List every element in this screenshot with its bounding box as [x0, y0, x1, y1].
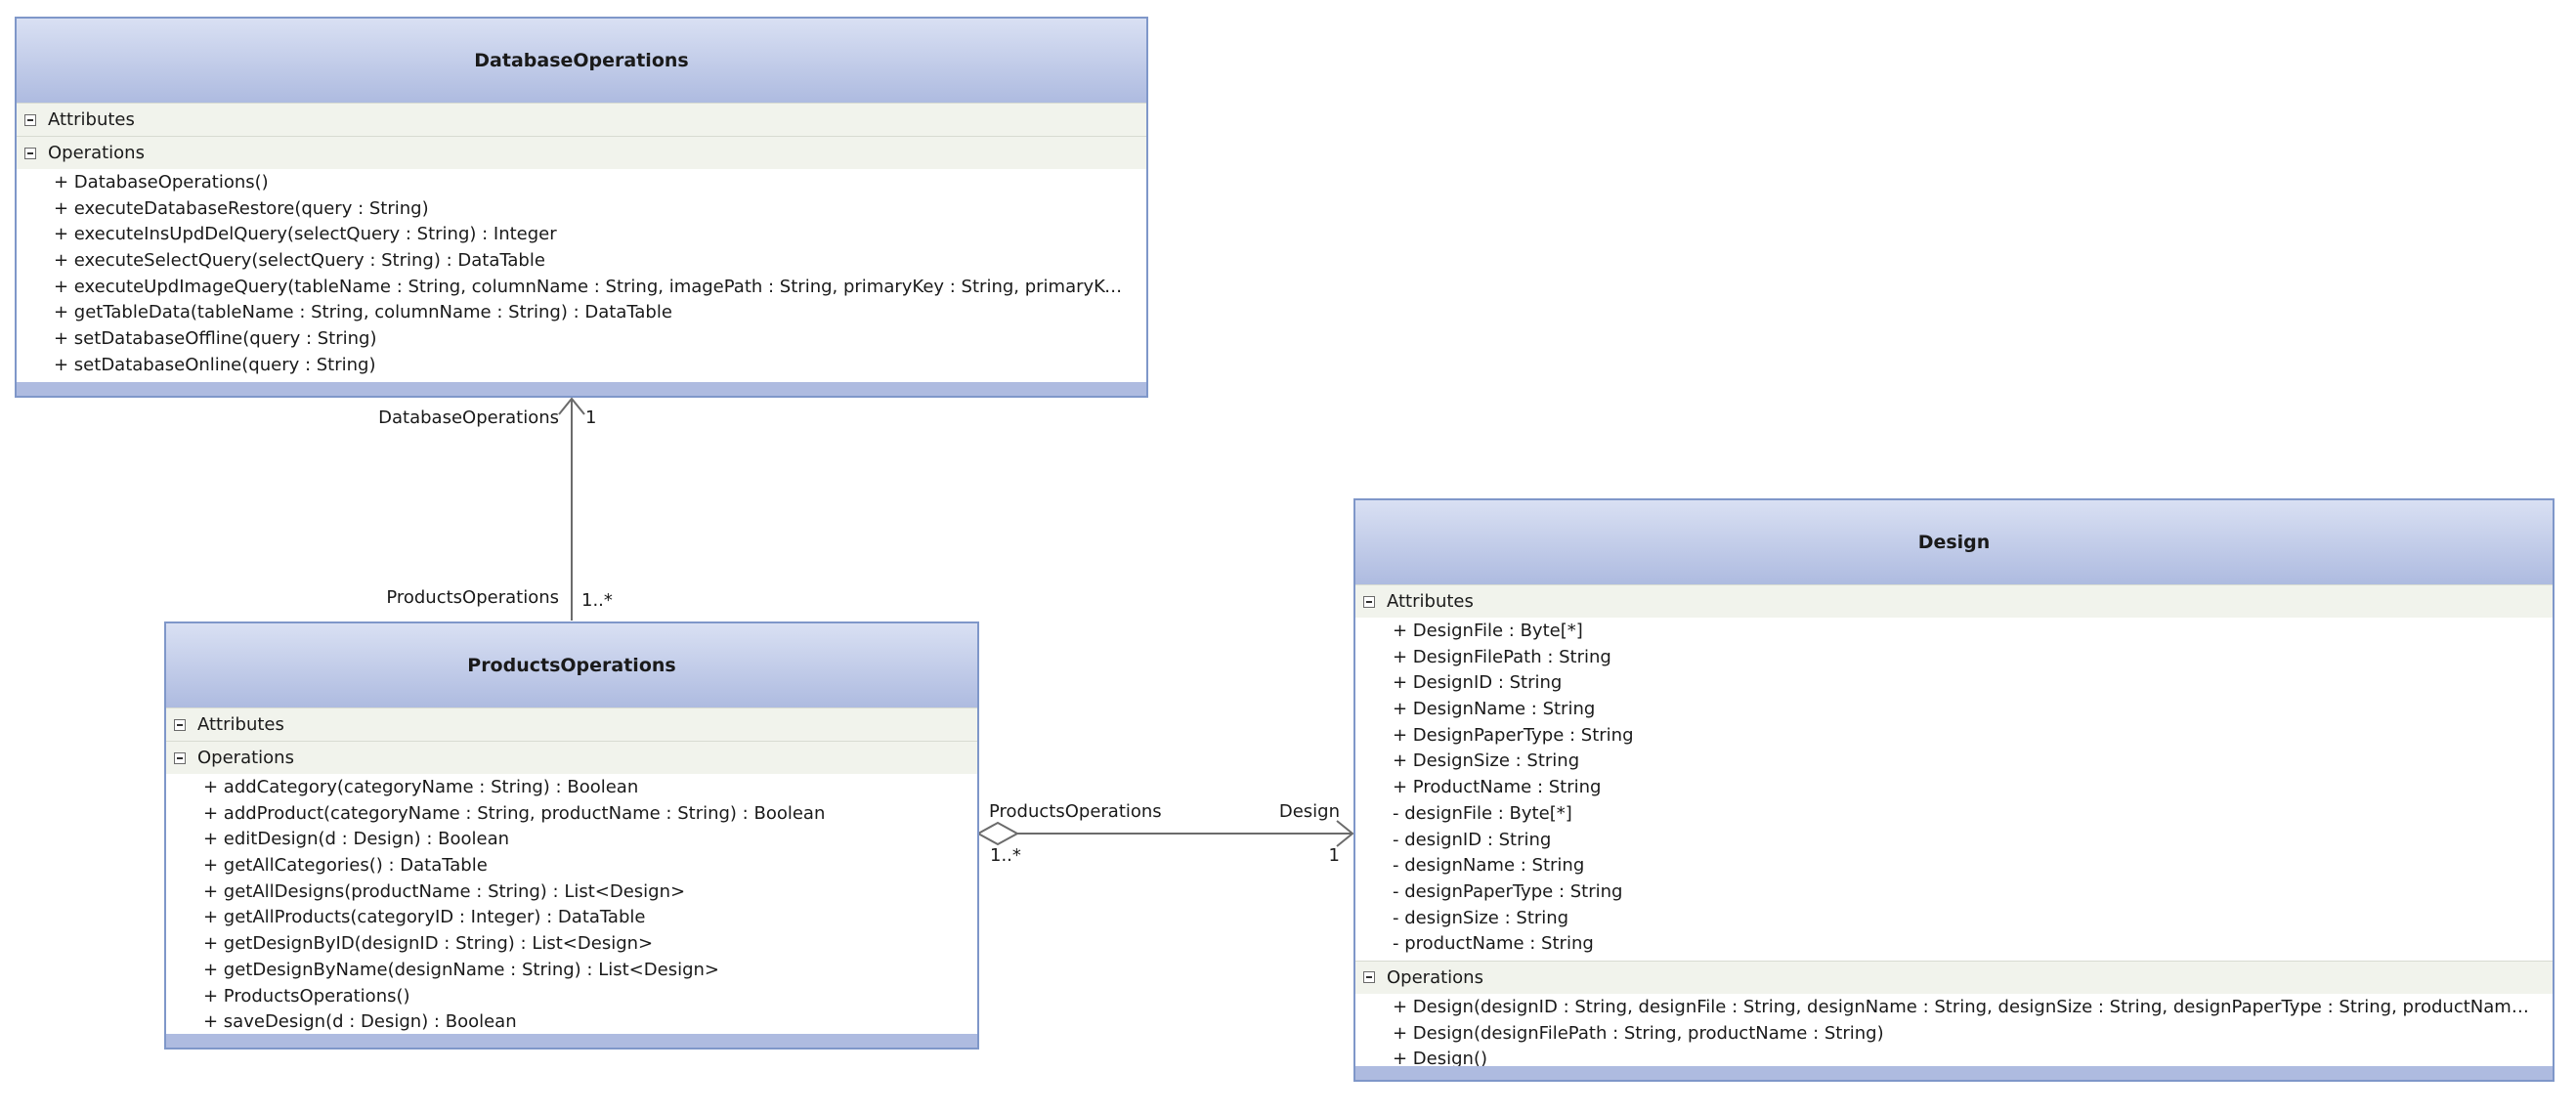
attribute-item[interactable]: + DesignID : String — [1355, 670, 2553, 697]
operations-compartment-header[interactable]: Operations — [1355, 960, 2553, 994]
attribute-item[interactable]: + DesignName : String — [1355, 697, 2553, 723]
multiplicity-label-design: 1 — [1328, 845, 1340, 866]
attribute-item[interactable]: - designID : String — [1355, 828, 2553, 854]
attribute-item[interactable]: - productName : String — [1355, 931, 2553, 958]
operation-item[interactable]: + getAllCategories() : DataTable — [166, 853, 977, 879]
operation-item[interactable]: + executeUpdImageQuery(tableName : Strin… — [17, 275, 1146, 301]
class-design[interactable]: Design Attributes + DesignFile : Byte[*]… — [1353, 498, 2555, 1082]
operation-item[interactable]: + editDesign(d : Design) : Boolean — [166, 827, 977, 853]
operation-item[interactable]: + executeSelectQuery(selectQuery : Strin… — [17, 248, 1146, 275]
multiplicity-label-products-operations-aggregation: 1..* — [990, 845, 1021, 866]
operations-list: + DatabaseOperations() + executeDatabase… — [17, 169, 1146, 382]
class-footer — [1355, 1066, 2553, 1080]
multiplicity-label-database-operations: 1 — [585, 407, 597, 428]
operations-label: Operations — [48, 143, 145, 163]
class-products-operations[interactable]: ProductsOperations Attributes Operations… — [164, 621, 979, 1050]
attribute-item[interactable]: - designPaperType : String — [1355, 879, 2553, 906]
class-name: Design — [1355, 500, 2553, 584]
attributes-label: Attributes — [48, 109, 135, 130]
operation-item[interactable]: + executeDatabaseRestore(query : String) — [17, 196, 1146, 223]
attributes-label: Attributes — [1387, 591, 1474, 612]
aggregation-diamond — [975, 821, 1020, 846]
operations-compartment-header[interactable]: Operations — [17, 136, 1146, 169]
operations-label: Operations — [197, 748, 294, 768]
collapse-icon[interactable] — [174, 718, 186, 731]
operation-item[interactable]: + getAllDesigns(productName : String) : … — [166, 879, 977, 906]
attribute-item[interactable]: - designName : String — [1355, 853, 2553, 879]
attribute-item[interactable]: + DesignPaperType : String — [1355, 723, 2553, 750]
operation-item[interactable]: + getAllProducts(categoryID : Integer) :… — [166, 905, 977, 931]
multiplicity-label-products-operations: 1..* — [581, 590, 613, 611]
operations-list: + addCategory(categoryName : String) : B… — [166, 774, 977, 1039]
attributes-list: + DesignFile : Byte[*] + DesignFilePath … — [1355, 618, 2553, 961]
operation-item[interactable]: + saveDesign(d : Design) : Boolean — [166, 1009, 977, 1036]
class-name: ProductsOperations — [166, 623, 977, 707]
collapse-icon[interactable] — [174, 751, 186, 764]
class-footer — [17, 382, 1146, 396]
attribute-item[interactable]: + DesignFile : Byte[*] — [1355, 619, 2553, 645]
attribute-item[interactable]: + DesignSize : String — [1355, 749, 2553, 775]
attributes-compartment-header[interactable]: Attributes — [166, 707, 977, 741]
operation-item[interactable]: + addProduct(categoryName : String, prod… — [166, 801, 977, 828]
operations-compartment-header[interactable]: Operations — [166, 741, 977, 774]
operations-list: + Design(designID : String, designFile :… — [1355, 994, 2553, 1076]
collapse-icon[interactable] — [1363, 595, 1375, 608]
role-label-design: Design — [1278, 801, 1340, 822]
operation-item[interactable]: + getTableData(tableName : String, colum… — [17, 300, 1146, 326]
role-label-database-operations: DatabaseOperations — [378, 407, 559, 428]
collapse-icon[interactable] — [24, 147, 36, 159]
attribute-item[interactable]: + DesignFilePath : String — [1355, 645, 2553, 671]
class-name: DatabaseOperations — [17, 19, 1146, 103]
attributes-label: Attributes — [197, 714, 284, 735]
collapse-icon[interactable] — [1363, 971, 1375, 984]
operation-item[interactable]: + getDesignByName(designName : String) :… — [166, 958, 977, 984]
operation-item[interactable]: + DatabaseOperations() — [17, 170, 1146, 196]
attributes-compartment-header[interactable]: Attributes — [1355, 584, 2553, 618]
operation-item[interactable]: + Design(designFilePath : String, produc… — [1355, 1021, 2553, 1048]
operation-item[interactable]: + executeInsUpdDelQuery(selectQuery : St… — [17, 222, 1146, 248]
operation-item[interactable]: + addCategory(categoryName : String) : B… — [166, 775, 977, 801]
role-label-products-operations: ProductsOperations — [386, 587, 559, 608]
role-label-products-operations-aggregation: ProductsOperations — [989, 801, 1162, 822]
operations-label: Operations — [1387, 966, 1483, 988]
class-database-operations[interactable]: DatabaseOperations Attributes Operations… — [15, 17, 1148, 398]
operation-item[interactable]: + Design(designID : String, designFile :… — [1355, 995, 2553, 1021]
attribute-item[interactable]: - designFile : Byte[*] — [1355, 801, 2553, 828]
operation-item[interactable]: + setDatabaseOnline(query : String) — [17, 353, 1146, 379]
operation-item[interactable]: + setDatabaseOffline(query : String) — [17, 326, 1146, 353]
operation-item[interactable]: + getDesignByID(designID : String) : Lis… — [166, 931, 977, 958]
collapse-icon[interactable] — [24, 113, 36, 126]
attributes-compartment-header[interactable]: Attributes — [17, 103, 1146, 136]
attribute-item[interactable]: - designSize : String — [1355, 906, 2553, 932]
operation-item[interactable]: + ProductsOperations() — [166, 984, 977, 1010]
class-footer — [166, 1034, 977, 1048]
attribute-item[interactable]: + ProductName : String — [1355, 775, 2553, 801]
